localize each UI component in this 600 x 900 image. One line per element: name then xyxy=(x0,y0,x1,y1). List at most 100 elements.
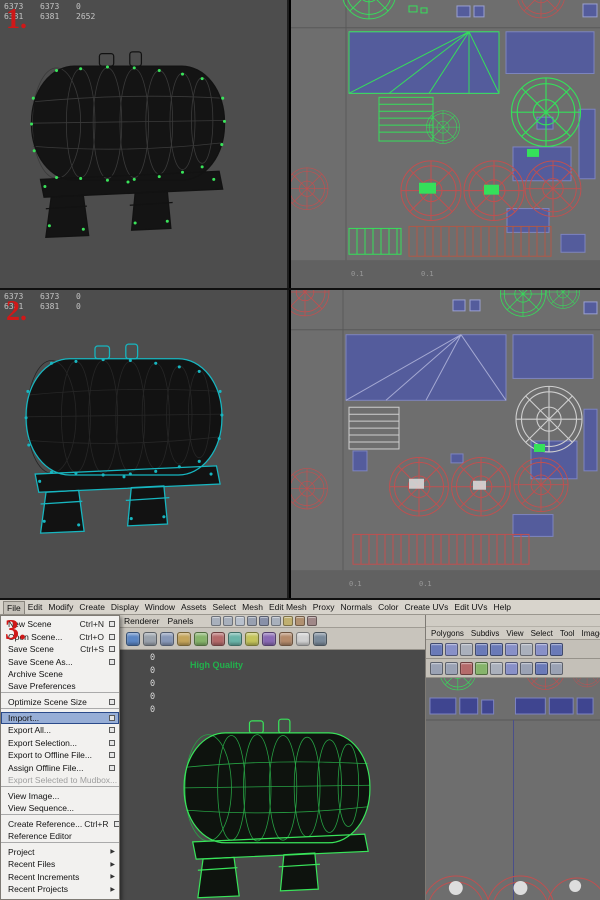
uv-lattice-tool-icon[interactable] xyxy=(460,642,473,656)
tank-model-wireframe[interactable] xyxy=(0,34,262,248)
menu-create-uvs[interactable]: Create UVs xyxy=(401,601,451,613)
uv-snapshot-icon[interactable] xyxy=(535,661,548,675)
uv-texture-editor-1[interactable]: 0.1 0.1 xyxy=(291,0,600,288)
uvmenu-polygons[interactable]: Polygons xyxy=(429,629,466,638)
uv-sew-icon[interactable] xyxy=(535,642,548,656)
menu-modify[interactable]: Modify xyxy=(45,601,76,613)
option-box-icon[interactable] xyxy=(109,658,115,665)
perspective-viewport-1[interactable]: 6373 6373 0 6381 6381 2652 xyxy=(0,0,289,288)
file-menu-item-recent-increments[interactable]: Recent Increments ▶ xyxy=(1,871,119,884)
uv-cut-icon[interactable] xyxy=(520,642,533,656)
uv-shell-red-wheel-3[interactable] xyxy=(524,160,582,217)
ipr-render-icon[interactable] xyxy=(295,616,306,626)
construction-history-icon[interactable] xyxy=(271,616,282,626)
uv-shell-blue-body[interactable] xyxy=(348,31,500,94)
poly-torus-icon[interactable] xyxy=(211,631,225,646)
uv-shell-gray-wheel-large[interactable] xyxy=(515,385,583,453)
uvmenu-select[interactable]: Select xyxy=(529,629,555,638)
snap-curve-icon[interactable] xyxy=(223,616,234,626)
uv-shell-green-wheel-small[interactable] xyxy=(426,110,460,144)
uv-selected-green-face[interactable] xyxy=(534,444,545,452)
menu-assets[interactable]: Assets xyxy=(178,601,210,613)
menu-window[interactable]: Window xyxy=(142,601,178,613)
poly-cube-icon[interactable] xyxy=(143,631,157,646)
snap-view-plane-icon[interactable] xyxy=(247,616,258,626)
perspective-viewport-3[interactable]: High Quality 00000 xyxy=(120,650,425,900)
uv-dim-image-icon[interactable] xyxy=(490,661,503,675)
uv-texture-editor-2[interactable]: 0.1 0.1 xyxy=(291,290,600,598)
menu-proxy[interactable]: Proxy xyxy=(310,601,338,613)
poly-plane-icon[interactable] xyxy=(194,631,208,646)
uv-grid-toggle-icon[interactable] xyxy=(505,661,518,675)
uv-isolate-select-icon[interactable] xyxy=(460,661,473,675)
menu-display[interactable]: Display xyxy=(108,601,142,613)
option-box-icon[interactable] xyxy=(109,646,115,653)
file-menu-item-recent-files[interactable]: Recent Files ▶ xyxy=(1,858,119,871)
menu-color[interactable]: Color xyxy=(375,601,401,613)
uv-layout-icon[interactable] xyxy=(550,642,563,656)
file-menu-item-save-scene-as[interactable]: Save Scene As... ▶ xyxy=(1,656,119,669)
poly-soccer-ball-icon[interactable] xyxy=(296,631,310,646)
option-box-icon[interactable] xyxy=(109,727,115,734)
uvmenu-image[interactable]: Image xyxy=(580,629,600,638)
file-menu-item-save-preferences[interactable]: Save Preferences ▶ xyxy=(1,681,119,693)
uvmenu-subdivs[interactable]: Subdivs xyxy=(469,629,501,638)
option-box-icon[interactable] xyxy=(109,633,115,640)
menu-help[interactable]: Help xyxy=(490,601,513,613)
file-menu-item-reference-editor[interactable]: Reference Editor ▶ xyxy=(1,830,119,843)
uv-pixel-snap-icon[interactable] xyxy=(520,661,533,675)
uv-layout-2[interactable]: 0.1 0.1 xyxy=(291,290,600,598)
file-menu-item-project[interactable]: Project ▶ xyxy=(1,846,119,859)
file-menu-item-create-reference[interactable]: Create Reference... Ctrl+R ▶ xyxy=(1,818,119,831)
file-menu-item-view-image[interactable]: View Image... ▶ xyxy=(1,790,119,803)
file-menu-item-export-to-offline-file[interactable]: Export to Offline File... ▶ xyxy=(1,749,119,762)
menu-edit-mesh[interactable]: Edit Mesh xyxy=(266,601,310,613)
option-box-icon[interactable] xyxy=(109,752,115,759)
file-menu-item-recent-projects[interactable]: Recent Projects ▶ xyxy=(1,883,119,896)
make-live-icon[interactable] xyxy=(259,616,270,626)
poly-cylinder-icon[interactable] xyxy=(160,631,174,646)
option-box-icon[interactable] xyxy=(109,714,115,721)
file-menu-item-import[interactable]: Import... ▶ xyxy=(1,711,119,724)
option-box-icon[interactable] xyxy=(109,621,115,628)
file-menu-item-export-selection[interactable]: Export Selection... ▶ xyxy=(1,737,119,750)
uvmenu-tool[interactable]: Tool xyxy=(558,629,577,638)
option-box-icon[interactable] xyxy=(109,698,115,705)
poly-pyramid-icon[interactable] xyxy=(245,631,259,646)
snap-point-icon[interactable] xyxy=(235,616,246,626)
tank-model-wireframe[interactable] xyxy=(0,326,260,544)
poly-pipe-icon[interactable] xyxy=(262,631,276,646)
uv-snap-icon[interactable] xyxy=(430,661,443,675)
sculpt-geometry-tool-icon[interactable] xyxy=(313,631,327,646)
render-current-frame-icon[interactable] xyxy=(283,616,294,626)
uv-layout-3[interactable] xyxy=(426,678,600,900)
snap-grid-icon[interactable] xyxy=(211,616,222,626)
file-menu-item-optimize-scene-size[interactable]: Optimize Scene Size ▶ xyxy=(1,696,119,709)
menu-file[interactable]: File xyxy=(3,600,25,614)
panel-menu-renderer[interactable]: Renderer xyxy=(124,616,159,626)
menu-select[interactable]: Select xyxy=(210,601,240,613)
uv-tile-display-icon[interactable] xyxy=(550,661,563,675)
uv-select-icon[interactable] xyxy=(430,642,443,656)
uv-texture-toggle-icon[interactable] xyxy=(475,661,488,675)
perspective-viewport-2[interactable]: 6373 6373 0 6381 6381 0 xyxy=(0,290,289,598)
uv-flip-v-icon[interactable] xyxy=(490,642,503,656)
uv-shell-green-wheel-large[interactable] xyxy=(510,77,582,148)
uv-align-icon[interactable] xyxy=(445,661,458,675)
uv-move-shell-icon[interactable] xyxy=(445,642,458,656)
uv-rotate-icon[interactable] xyxy=(505,642,518,656)
poly-sphere-icon[interactable] xyxy=(126,631,140,646)
uv-shell-red-wheel-3[interactable] xyxy=(513,457,569,513)
tank-model-wireframe-selected[interactable] xyxy=(148,702,406,900)
file-menu-item-export-selected-to-mudbox[interactable]: Export Selected to Mudbox... ▶ xyxy=(1,774,119,787)
menu-edit[interactable]: Edit xyxy=(25,601,46,613)
option-box-icon[interactable] xyxy=(113,820,119,827)
file-menu-item-export-all[interactable]: Export All... ▶ xyxy=(1,724,119,737)
uvmenu-view[interactable]: View xyxy=(504,629,525,638)
poly-prism-icon[interactable] xyxy=(228,631,242,646)
poly-cone-icon[interactable] xyxy=(177,631,191,646)
uv-editor-canvas[interactable] xyxy=(426,678,600,900)
uv-flip-u-icon[interactable] xyxy=(475,642,488,656)
panel-menu-panels[interactable]: Panels xyxy=(167,616,193,626)
option-box-icon[interactable] xyxy=(109,764,115,771)
